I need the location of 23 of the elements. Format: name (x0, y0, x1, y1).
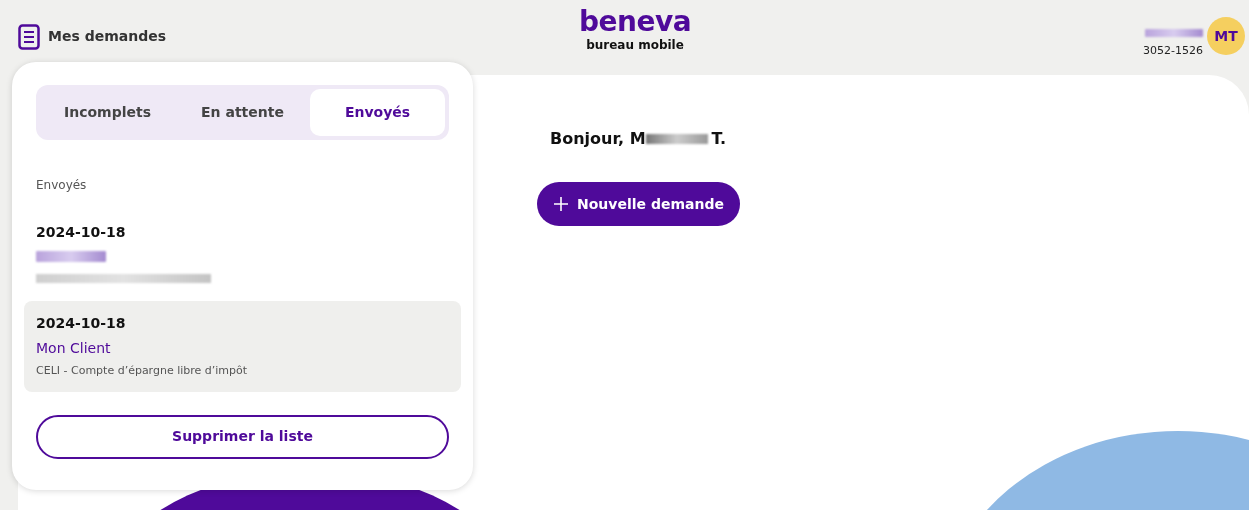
plus-icon (553, 196, 569, 212)
request-date: 2024-10-18 (36, 314, 127, 333)
request-date: 2024-10-18 (36, 223, 127, 242)
request-item[interactable]: 2024-10-18 Mon Client CELI - Compte d’épargne libre d’impôt (24, 301, 461, 392)
section-title: Envoyés (36, 177, 88, 194)
list-icon[interactable] (18, 24, 40, 50)
logo: beneva (577, 8, 693, 36)
request-item[interactable]: 2024-10-18 (24, 210, 461, 301)
tab[interactable]: Incomplets (40, 89, 175, 136)
greeting-text: Bonjour, M (550, 128, 646, 150)
user-avatar[interactable]: MT (1207, 17, 1245, 55)
redacted-name (645, 134, 708, 144)
user-code: 3052-1526 (1143, 43, 1203, 59)
logo-subtitle: bureau mobile (585, 37, 685, 54)
clear-list-button[interactable]: Supprimer la liste (36, 414, 449, 459)
new-request-button[interactable]: Nouvelle demande (537, 182, 740, 226)
redacted-user-name (1145, 29, 1203, 37)
tab[interactable]: Envoyés (310, 89, 445, 136)
menu-label[interactable]: Mes demandes (48, 26, 166, 47)
tab[interactable]: En attente (175, 89, 310, 136)
product-name: CELI - Compte d’épargne libre d’impôt (36, 363, 249, 379)
client-name: Mon Client (36, 339, 112, 358)
greeting-text: T. (711, 128, 727, 150)
